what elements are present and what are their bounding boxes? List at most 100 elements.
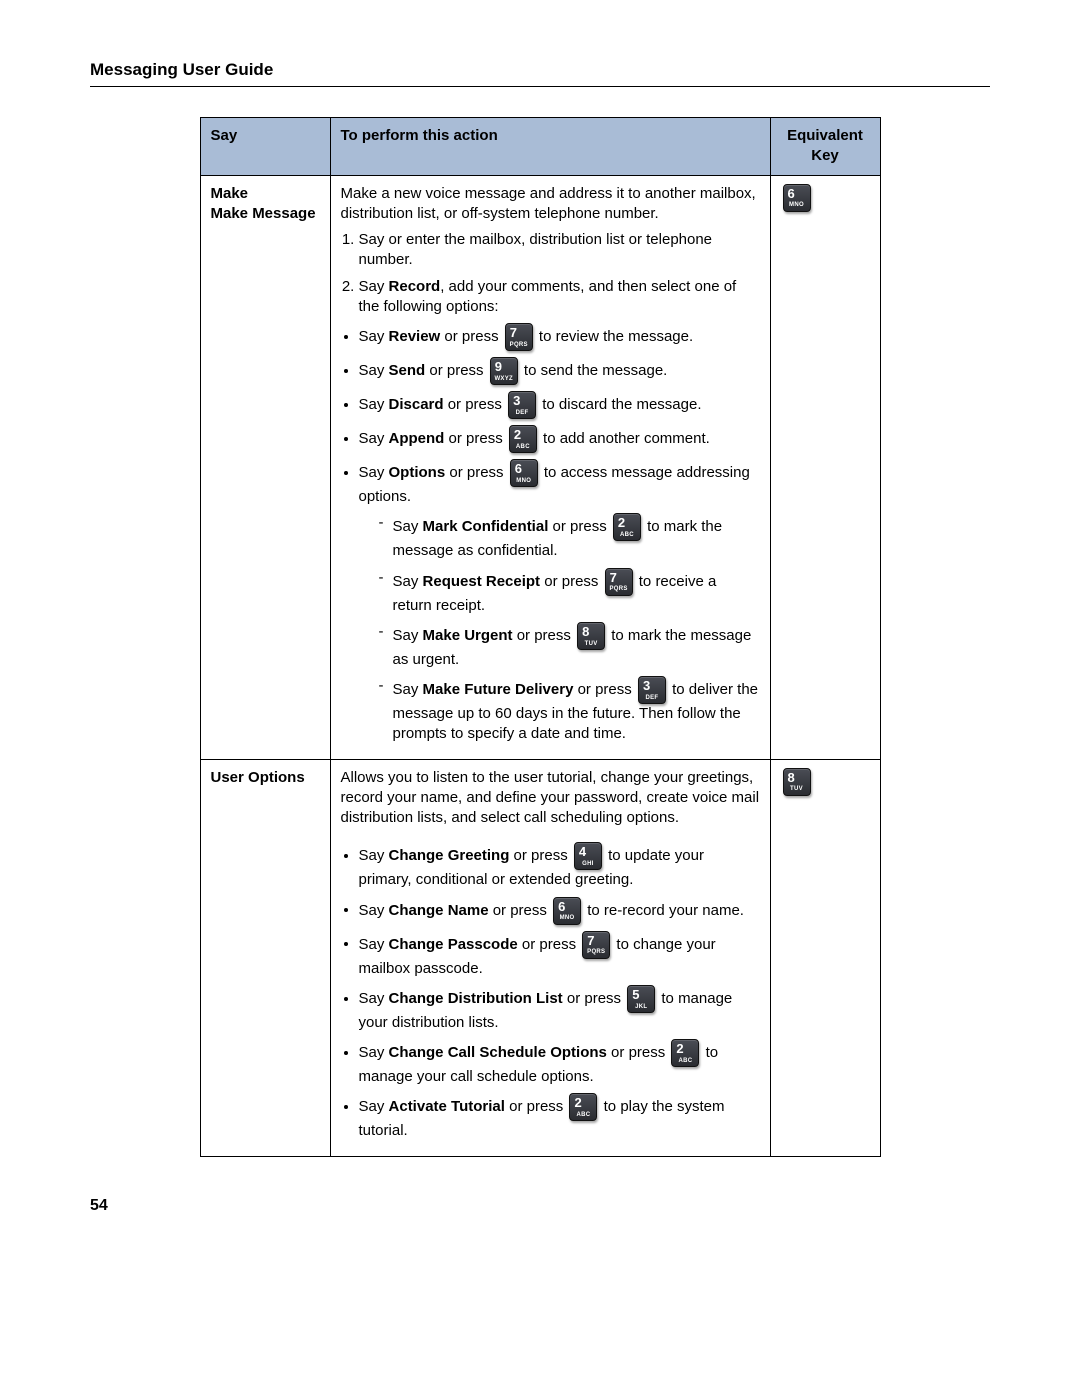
text: or press: [489, 901, 552, 918]
text: Say: [393, 572, 423, 589]
text: Options: [389, 464, 446, 481]
page-number: 54: [90, 1197, 990, 1215]
text: or press: [607, 1044, 670, 1061]
text: Change Greeting: [389, 847, 510, 864]
text: to discard the message.: [538, 396, 701, 413]
list-item: Say Change Call Schedule Options or pres…: [359, 1039, 760, 1087]
list-item: Say Append or press 2ABC to add another …: [359, 425, 760, 453]
list-item: Say Activate Tutorial or press 2ABC to p…: [359, 1093, 760, 1141]
cell-equivalent-key: 6MNO: [770, 175, 880, 759]
text: Say: [393, 627, 423, 644]
cell-say: User Options: [200, 759, 330, 1156]
text: Say: [393, 681, 423, 698]
text: Append: [389, 430, 445, 447]
keypad-key-icon: 4GHI: [574, 842, 602, 870]
text: or press: [563, 990, 626, 1007]
text: Say: [359, 328, 389, 345]
text: Activate Tutorial: [389, 1098, 505, 1115]
keypad-key-icon: 8TUV: [577, 622, 605, 650]
text: Say: [359, 430, 389, 447]
cell-action: Allows you to listen to the user tutoria…: [330, 759, 770, 1156]
text: Send: [389, 362, 426, 379]
list-item: Say Discard or press 3DEF to discard the…: [359, 391, 760, 419]
text: or press: [444, 396, 507, 413]
list-item: Say Make Urgent or press 8TUV to mark th…: [379, 622, 760, 670]
action-intro: Allows you to listen to the user tutoria…: [341, 768, 760, 829]
keypad-key-icon: 3DEF: [638, 676, 666, 704]
keypad-key-icon: 7PQRS: [505, 323, 533, 351]
say-command: Make Message: [211, 204, 320, 224]
keypad-key-icon: 6MNO: [510, 459, 538, 487]
col-header-say: Say: [200, 118, 330, 176]
text: to review the message.: [535, 328, 693, 345]
text: Change Passcode: [389, 935, 518, 952]
text: Say: [393, 518, 423, 535]
text: Say: [359, 362, 389, 379]
text: or press: [425, 362, 488, 379]
list-item: Say Review or press 7PQRS to review the …: [359, 323, 760, 351]
text: Say: [359, 901, 389, 918]
text: or press: [548, 518, 611, 535]
keypad-key-icon: 6MNO: [783, 184, 811, 212]
list-item: Say Send or press 9WXYZ to send the mess…: [359, 357, 760, 385]
list-item: Say Options or press 6MNO to access mess…: [359, 459, 760, 745]
col-header-key: Equivalent Key: [770, 118, 880, 176]
text: Change Name: [389, 901, 489, 918]
text: Say: [359, 1098, 389, 1115]
cell-equivalent-key: 8TUV: [770, 759, 880, 1156]
text: Review: [389, 328, 441, 345]
keypad-key-icon: 6MNO: [553, 897, 581, 925]
list-item: Say Change Distribution List or press 5J…: [359, 985, 760, 1033]
keypad-key-icon: 2ABC: [509, 425, 537, 453]
text: or press: [509, 847, 572, 864]
keypad-key-icon: 8TUV: [783, 768, 811, 796]
text: or press: [505, 1098, 568, 1115]
text: Request Receipt: [423, 572, 541, 589]
list-item: Say Request Receipt or press 7PQRS to re…: [379, 568, 760, 616]
cell-say: Make Make Message: [200, 175, 330, 759]
text: or press: [540, 572, 603, 589]
list-item: Say Mark Confidential or press 2ABC to m…: [379, 513, 760, 561]
text: to re-record your name.: [583, 901, 744, 918]
list-item: Say Change Name or press 6MNO to re-reco…: [359, 897, 760, 925]
text: Say: [359, 278, 389, 295]
keypad-key-icon: 5JKL: [627, 985, 655, 1013]
text: or press: [444, 430, 507, 447]
text: to send the message.: [520, 362, 668, 379]
text: or press: [513, 627, 576, 644]
text: or press: [445, 464, 508, 481]
keypad-key-icon: 9WXYZ: [490, 357, 518, 385]
text: or press: [573, 681, 636, 698]
voice-command-table: Say To perform this action Equivalent Ke…: [200, 117, 881, 1157]
keypad-key-icon: 3DEF: [508, 391, 536, 419]
col-header-action: To perform this action: [330, 118, 770, 176]
text: Change Distribution List: [389, 990, 563, 1007]
text: Say: [359, 396, 389, 413]
text: Change Call Schedule Options: [389, 1044, 607, 1061]
step: Say or enter the mailbox, distribution l…: [359, 230, 760, 271]
text: Say: [359, 847, 389, 864]
keypad-key-icon: 2ABC: [671, 1039, 699, 1067]
action-intro: Make a new voice message and address it …: [341, 184, 760, 225]
step: Say Record, add your comments, and then …: [359, 277, 760, 318]
table-row: User Options Allows you to listen to the…: [200, 759, 880, 1156]
page-title: Messaging User Guide: [90, 60, 990, 87]
text: Say: [359, 1044, 389, 1061]
text: Make Urgent: [423, 627, 513, 644]
cell-action: Make a new voice message and address it …: [330, 175, 770, 759]
text: Record: [389, 278, 441, 295]
text: to add another comment.: [539, 430, 710, 447]
text: Say: [359, 990, 389, 1007]
list-item: Say Change Passcode or press 7PQRS to ch…: [359, 931, 760, 979]
keypad-key-icon: 7PQRS: [605, 568, 633, 596]
text: or press: [440, 328, 503, 345]
keypad-key-icon: 2ABC: [613, 513, 641, 541]
text: Mark Confidential: [423, 518, 549, 535]
text: Make Future Delivery: [423, 681, 574, 698]
keypad-key-icon: 7PQRS: [582, 931, 610, 959]
text: Say: [359, 464, 389, 481]
keypad-key-icon: 2ABC: [569, 1093, 597, 1121]
text: Discard: [389, 396, 444, 413]
text: Say: [359, 935, 389, 952]
list-item: Say Make Future Delivery or press 3DEF t…: [379, 676, 760, 745]
